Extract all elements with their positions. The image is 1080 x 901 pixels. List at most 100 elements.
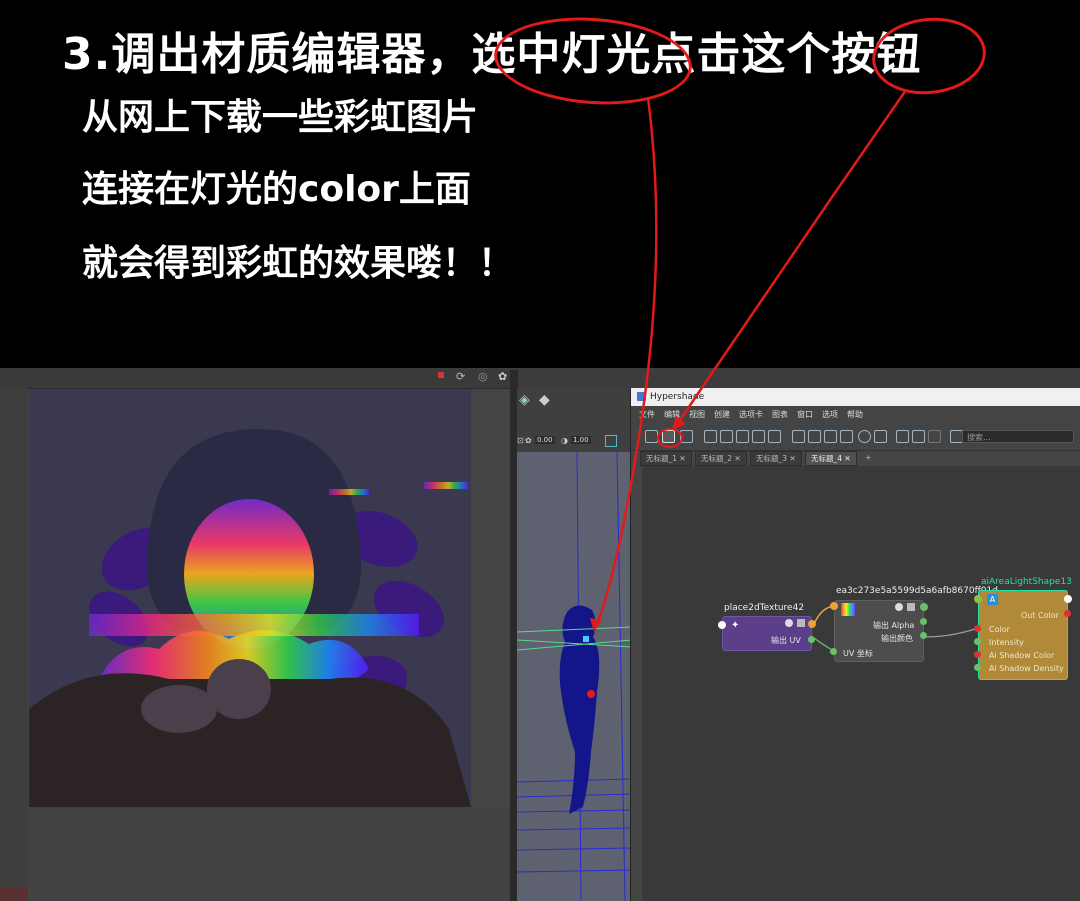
light-shadow-density-port[interactable]	[974, 664, 981, 671]
menu-create[interactable]: 创建	[714, 410, 730, 419]
menu-help[interactable]: 帮助	[847, 410, 863, 419]
close-icon[interactable]: ✕	[844, 454, 850, 463]
render-view-footer	[0, 807, 510, 901]
rainbow-thumbnail	[841, 603, 855, 616]
annotation-circle-toolbar	[657, 428, 683, 448]
status-swatch	[0, 887, 28, 901]
place2d-input-port[interactable]	[718, 621, 726, 629]
rainbow-band	[89, 614, 419, 636]
refresh-icon[interactable]: ⟳	[456, 370, 465, 383]
menu-window[interactable]: 窗口	[797, 410, 813, 419]
node-toggle-icon[interactable]	[895, 603, 903, 611]
lock-icon[interactable]	[928, 430, 941, 443]
menu-view[interactable]: 视图	[689, 410, 705, 419]
render-view-sidebar	[0, 388, 28, 901]
graph-up-icon[interactable]	[752, 430, 765, 443]
place2d-uv-port[interactable]	[808, 636, 815, 643]
light-color-port[interactable]	[974, 625, 981, 632]
add-tab-button[interactable]: +	[860, 451, 876, 464]
node-menu-icon[interactable]	[797, 619, 805, 627]
light-input-port[interactable]	[974, 595, 982, 603]
search-input[interactable]: 搜索...	[962, 430, 1074, 443]
gamma-icon[interactable]: ◑	[561, 436, 568, 445]
settings-icon[interactable]: ✿	[498, 370, 507, 383]
3d-viewport[interactable]	[517, 452, 632, 901]
snap-icon[interactable]	[912, 430, 925, 443]
caption-line-3: 就会得到彩虹的效果喽！！	[82, 243, 515, 284]
gear-icon[interactable]: ✿	[525, 436, 532, 445]
arnold-icon: A	[987, 594, 998, 605]
frame-all-icon[interactable]	[874, 430, 887, 443]
caption-line-1: 从网上下载一些彩虹图片	[82, 97, 479, 138]
light-output-port[interactable]	[1064, 595, 1072, 603]
light-handle	[583, 636, 589, 642]
caption-line-2: 连接在灯光的color上面	[82, 169, 471, 210]
file-output-port[interactable]	[920, 603, 928, 611]
layout-full-icon[interactable]	[824, 430, 837, 443]
file-uv-port[interactable]	[830, 648, 837, 655]
file-input-port[interactable]	[830, 602, 838, 610]
node-toggle-icon[interactable]	[785, 619, 793, 627]
tab-untitled-4[interactable]: 无标题_4 ✕	[805, 451, 857, 466]
grid-icon[interactable]	[896, 430, 909, 443]
light-shadow-color-port[interactable]	[974, 651, 981, 658]
frame-icon[interactable]: ⊡	[517, 436, 524, 445]
snapshot-icon[interactable]: ◎	[478, 370, 488, 383]
light-attr-shadow-density: Ai Shadow Density	[989, 664, 1064, 673]
remove-node-icon[interactable]	[736, 430, 749, 443]
close-icon[interactable]: ✕	[734, 454, 740, 463]
light-attr-color: Color	[989, 625, 1010, 634]
tab-untitled-1[interactable]: 无标题_1 ✕	[640, 451, 692, 466]
tab-untitled-3[interactable]: 无标题_3 ✕	[750, 451, 802, 466]
graph-down-icon[interactable]	[768, 430, 781, 443]
figure-silhouette	[559, 605, 600, 814]
layers-icon[interactable]: ◈	[519, 392, 530, 408]
hypershade-menubar: 文件 编辑 视图 创建 选项卡 图表 窗口 选项 帮助	[631, 406, 1080, 424]
rainbow-streak	[329, 489, 369, 495]
place2d-output-port[interactable]	[808, 620, 816, 628]
node-place2d-label: place2dTexture42	[724, 603, 805, 613]
layout-custom-icon[interactable]	[840, 430, 853, 443]
menu-file[interactable]: 文件	[639, 410, 655, 419]
maya-app-icon	[637, 392, 646, 401]
zoom-icon[interactable]	[858, 430, 871, 443]
gamma-field[interactable]: 1.00	[571, 436, 591, 444]
eraser-icon[interactable]: ◆	[539, 392, 550, 408]
layout-connected-icon[interactable]	[808, 430, 821, 443]
node-ai-area-light[interactable]: A Out Color Color Intensity Ai Shadow Co…	[978, 590, 1068, 680]
color-manage-icon[interactable]	[605, 435, 617, 447]
light-outcolor-port[interactable]	[1064, 610, 1071, 617]
file-color-port[interactable]	[920, 632, 927, 639]
add-node-icon[interactable]	[720, 430, 733, 443]
caption-title: 3.调出材质编辑器，选中灯光点击这个按钮	[62, 29, 922, 80]
menu-edit[interactable]: 编辑	[664, 410, 680, 419]
close-icon[interactable]: ✕	[789, 454, 795, 463]
window-title: Hypershade	[650, 392, 705, 402]
rainbow-streak	[424, 482, 468, 489]
file-alpha-port[interactable]	[920, 618, 927, 625]
file-input-uv: UV 坐标	[843, 649, 873, 658]
light-attr-shadow-color: Ai Shadow Color	[989, 651, 1055, 660]
node-menu-icon[interactable]	[907, 603, 915, 611]
menu-options[interactable]: 选项	[822, 410, 838, 419]
node-graph[interactable]: place2dTexture42 ✦ 输出 UV ea3c273e5a5599d…	[642, 466, 1080, 901]
node-file-texture[interactable]: 输出 Alpha 输出颜色 UV 坐标	[834, 600, 924, 662]
graph-tabs: 无标题_1 ✕ 无标题_2 ✕ 无标题_3 ✕ 无标题_4 ✕ +	[640, 451, 1080, 466]
render-view-toolbar: ⟳ ◎ ✿	[0, 370, 516, 389]
record-icon[interactable]	[438, 372, 444, 378]
close-icon[interactable]: ✕	[679, 454, 685, 463]
file-output-color: 输出颜色	[881, 634, 913, 643]
node-light-label: aiAreaLightShape13	[981, 577, 1072, 587]
hypershade-titlebar[interactable]: Hypershade	[631, 388, 1080, 406]
menu-graph[interactable]: 图表	[772, 410, 788, 419]
place2d-icon: ✦	[731, 620, 740, 631]
menu-tabs[interactable]: 选项卡	[739, 410, 763, 419]
light-intensity-port[interactable]	[974, 638, 981, 645]
exposure-field[interactable]: 0.00	[535, 436, 555, 444]
layout-simple-icon[interactable]	[792, 430, 805, 443]
selection-point	[587, 690, 595, 698]
connection-wires	[813, 605, 979, 651]
clear-graph-icon[interactable]	[704, 430, 717, 443]
node-place2d[interactable]: ✦ 输出 UV	[722, 616, 812, 651]
tab-untitled-2[interactable]: 无标题_2 ✕	[695, 451, 747, 466]
